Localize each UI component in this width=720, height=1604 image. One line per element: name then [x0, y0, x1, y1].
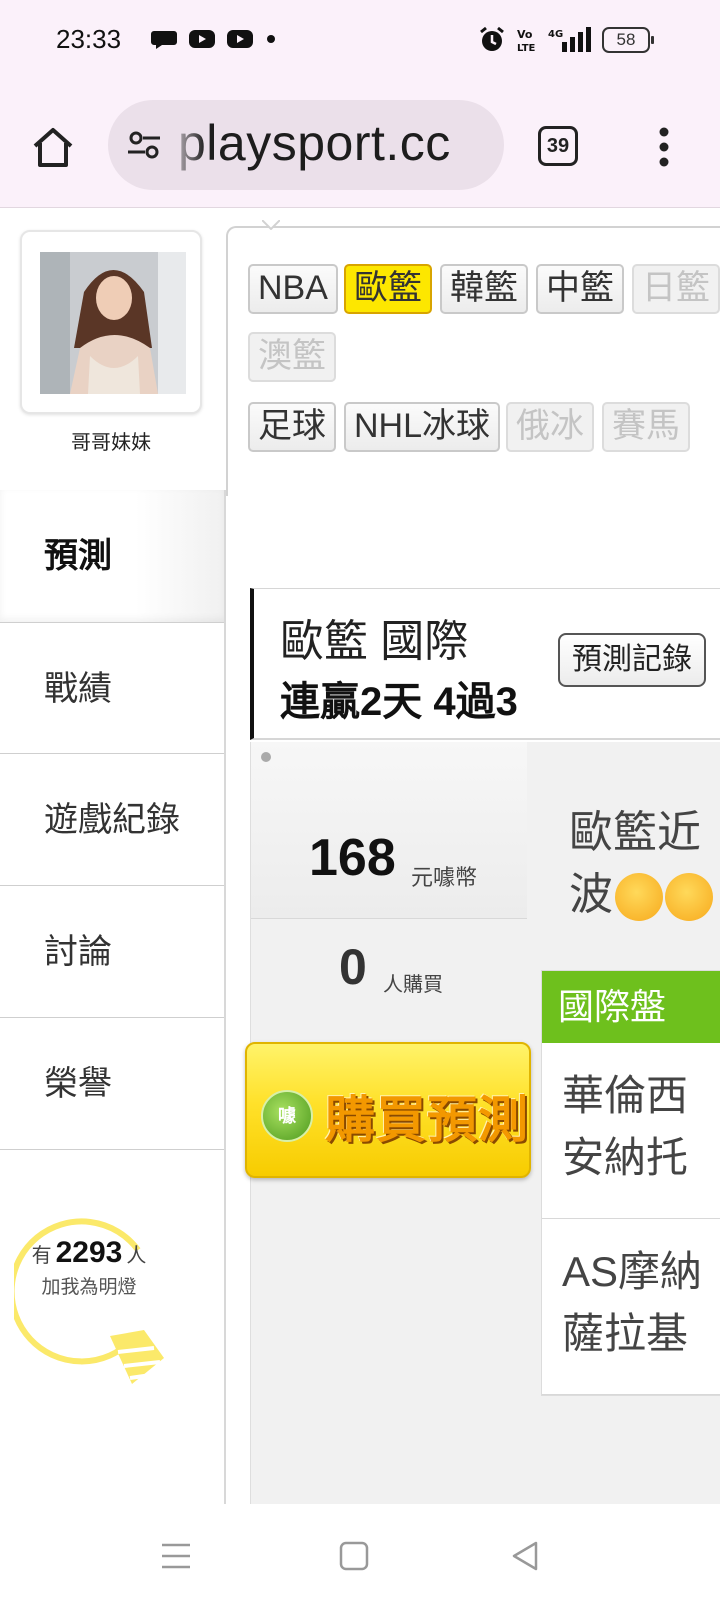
chip-korea-basketball[interactable]: 韓籃 [440, 264, 528, 314]
price-unit: 元噱幣 [411, 865, 478, 890]
username[interactable]: 哥哥妹妹 [20, 426, 202, 455]
url-fade [166, 100, 206, 190]
team-away: 薩拉基 [562, 1310, 689, 1357]
lamp-caption: 加我為明燈 [41, 1277, 137, 1298]
win-streak: 連贏2天 4過3 [280, 680, 518, 724]
lamp-follow-count[interactable]: 有 2293 人 加我為明燈 [14, 1236, 164, 1299]
match-row[interactable]: 華倫西 安納托 [542, 1043, 720, 1219]
analysis-line-1: 歐籃近 [569, 808, 701, 857]
chip-horse-racing[interactable]: 賽馬 [602, 402, 690, 452]
price-box: 168 元噱幣 [251, 742, 527, 918]
tab-switcher-button[interactable]: 39 [538, 126, 578, 166]
price-divider [251, 918, 527, 919]
panel-pointer [262, 220, 280, 230]
system-icons: Vo LTE 4G 58 [478, 26, 654, 54]
record-header: 歐籃 國際 連贏2天 4過3 預測記錄 [250, 588, 720, 740]
team-away: 安納托 [562, 1134, 689, 1181]
home-square-icon[interactable] [334, 1536, 374, 1576]
alarm-icon [480, 26, 504, 51]
signal-4g-icon: 4G [548, 27, 591, 52]
prediction-history-button[interactable]: 預測記錄 [558, 633, 706, 687]
league-title: 歐籃 國際 [280, 617, 469, 666]
notification-icons [150, 28, 278, 50]
svg-text:4G: 4G [548, 29, 563, 40]
avatar[interactable] [40, 252, 186, 394]
home-icon[interactable] [30, 124, 76, 170]
lamp-suffix: 人 [126, 1245, 147, 1267]
chip-japan-basketball[interactable]: 日籃 [632, 264, 720, 314]
youtube-icon [189, 30, 215, 48]
sidebar-divider [224, 490, 226, 1504]
star-struck-emoji-icon [665, 873, 713, 922]
lamp-count-line: 有 2293 人 [14, 1236, 164, 1270]
sidebar-item-honor[interactable]: 榮譽 [0, 1018, 226, 1150]
sidebar-item-game-log[interactable]: 遊戲紀錄 [0, 754, 226, 886]
prediction-panel: 168 元噱幣 0 人購買 噱 購買預測 歐籃近 波 國際盤 華倫西 安納托 A… [245, 742, 720, 1504]
team-home: AS摩納 [562, 1248, 703, 1295]
chat-bubble-icon [151, 31, 177, 49]
buyers-count: 0 [339, 939, 367, 995]
sidebar-item-record[interactable]: 戰績 [0, 622, 226, 754]
chip-australia-basketball[interactable]: 澳籃 [248, 332, 336, 382]
buy-prediction-label: 購買預測 [325, 1092, 529, 1148]
dot-icon [267, 35, 275, 43]
svg-text:LTE: LTE [517, 43, 536, 54]
sidebar-menu: 預測 戰績 遊戲紀錄 討論 榮譽 [0, 490, 226, 1150]
battery-indicator: 58 [602, 27, 654, 53]
match-row[interactable]: AS摩納 薩拉基 [542, 1219, 720, 1395]
lamp-prefix: 有 [31, 1245, 52, 1267]
chip-russia-hockey[interactable]: 俄冰 [506, 402, 594, 452]
team-home: 華倫西 [562, 1072, 689, 1119]
price-value: 168 [309, 829, 396, 887]
buy-prediction-button[interactable]: 噱 購買預測 [245, 1042, 531, 1178]
browser-toolbar: playsport.cc 39 [0, 84, 720, 208]
table-header: 國際盤 [542, 971, 720, 1043]
chip-soccer[interactable]: 足球 [248, 402, 336, 452]
analysis-line-2-text: 波 [569, 870, 613, 919]
recents-menu-icon[interactable] [156, 1536, 196, 1576]
url-text[interactable]: playsport.cc [178, 114, 451, 172]
lamp-count: 2293 [55, 1236, 123, 1269]
analysis-text: 歐籃近 波 [569, 802, 720, 926]
youtube-icon [227, 30, 253, 48]
more-vert-icon[interactable] [652, 124, 676, 170]
site-settings-icon[interactable] [126, 127, 162, 163]
international-odds-table: 國際盤 華倫西 安納托 AS摩納 薩拉基 [541, 970, 720, 1396]
profile-avatar-card[interactable] [20, 230, 202, 414]
chip-china-basketball[interactable]: 中籃 [536, 264, 624, 314]
coin-badge-icon: 噱 [261, 1090, 313, 1142]
sidebar-item-discussion[interactable]: 討論 [0, 886, 226, 1018]
chip-nhl-hockey[interactable]: NHL冰球 [344, 402, 501, 452]
pin-icon [261, 752, 271, 762]
svg-text:Vo: Vo [517, 28, 533, 41]
address-bar[interactable]: playsport.cc [108, 100, 504, 190]
analysis-line-2: 波 [569, 864, 720, 926]
star-struck-emoji-icon [615, 873, 663, 922]
system-nav-bar [0, 1504, 720, 1604]
volte-icon: Vo LTE [517, 28, 536, 54]
page-content: 哥哥妹妹 預測 戰績 遊戲紀錄 討論 榮譽 有 2293 人 加我為明燈 NBA 歐… [0, 208, 720, 1504]
status-bar: 23:33 Vo LTE 4G 58 [0, 0, 720, 84]
sidebar-item-predict[interactable]: 預測 [0, 490, 226, 622]
status-time: 23:33 [56, 24, 122, 54]
avatar-photo [40, 252, 186, 394]
chip-euro-basketball[interactable]: 歐籃 [344, 264, 432, 314]
buyers-unit: 人購買 [383, 974, 443, 996]
back-icon[interactable] [506, 1536, 546, 1576]
chip-nba[interactable]: NBA [248, 264, 338, 314]
